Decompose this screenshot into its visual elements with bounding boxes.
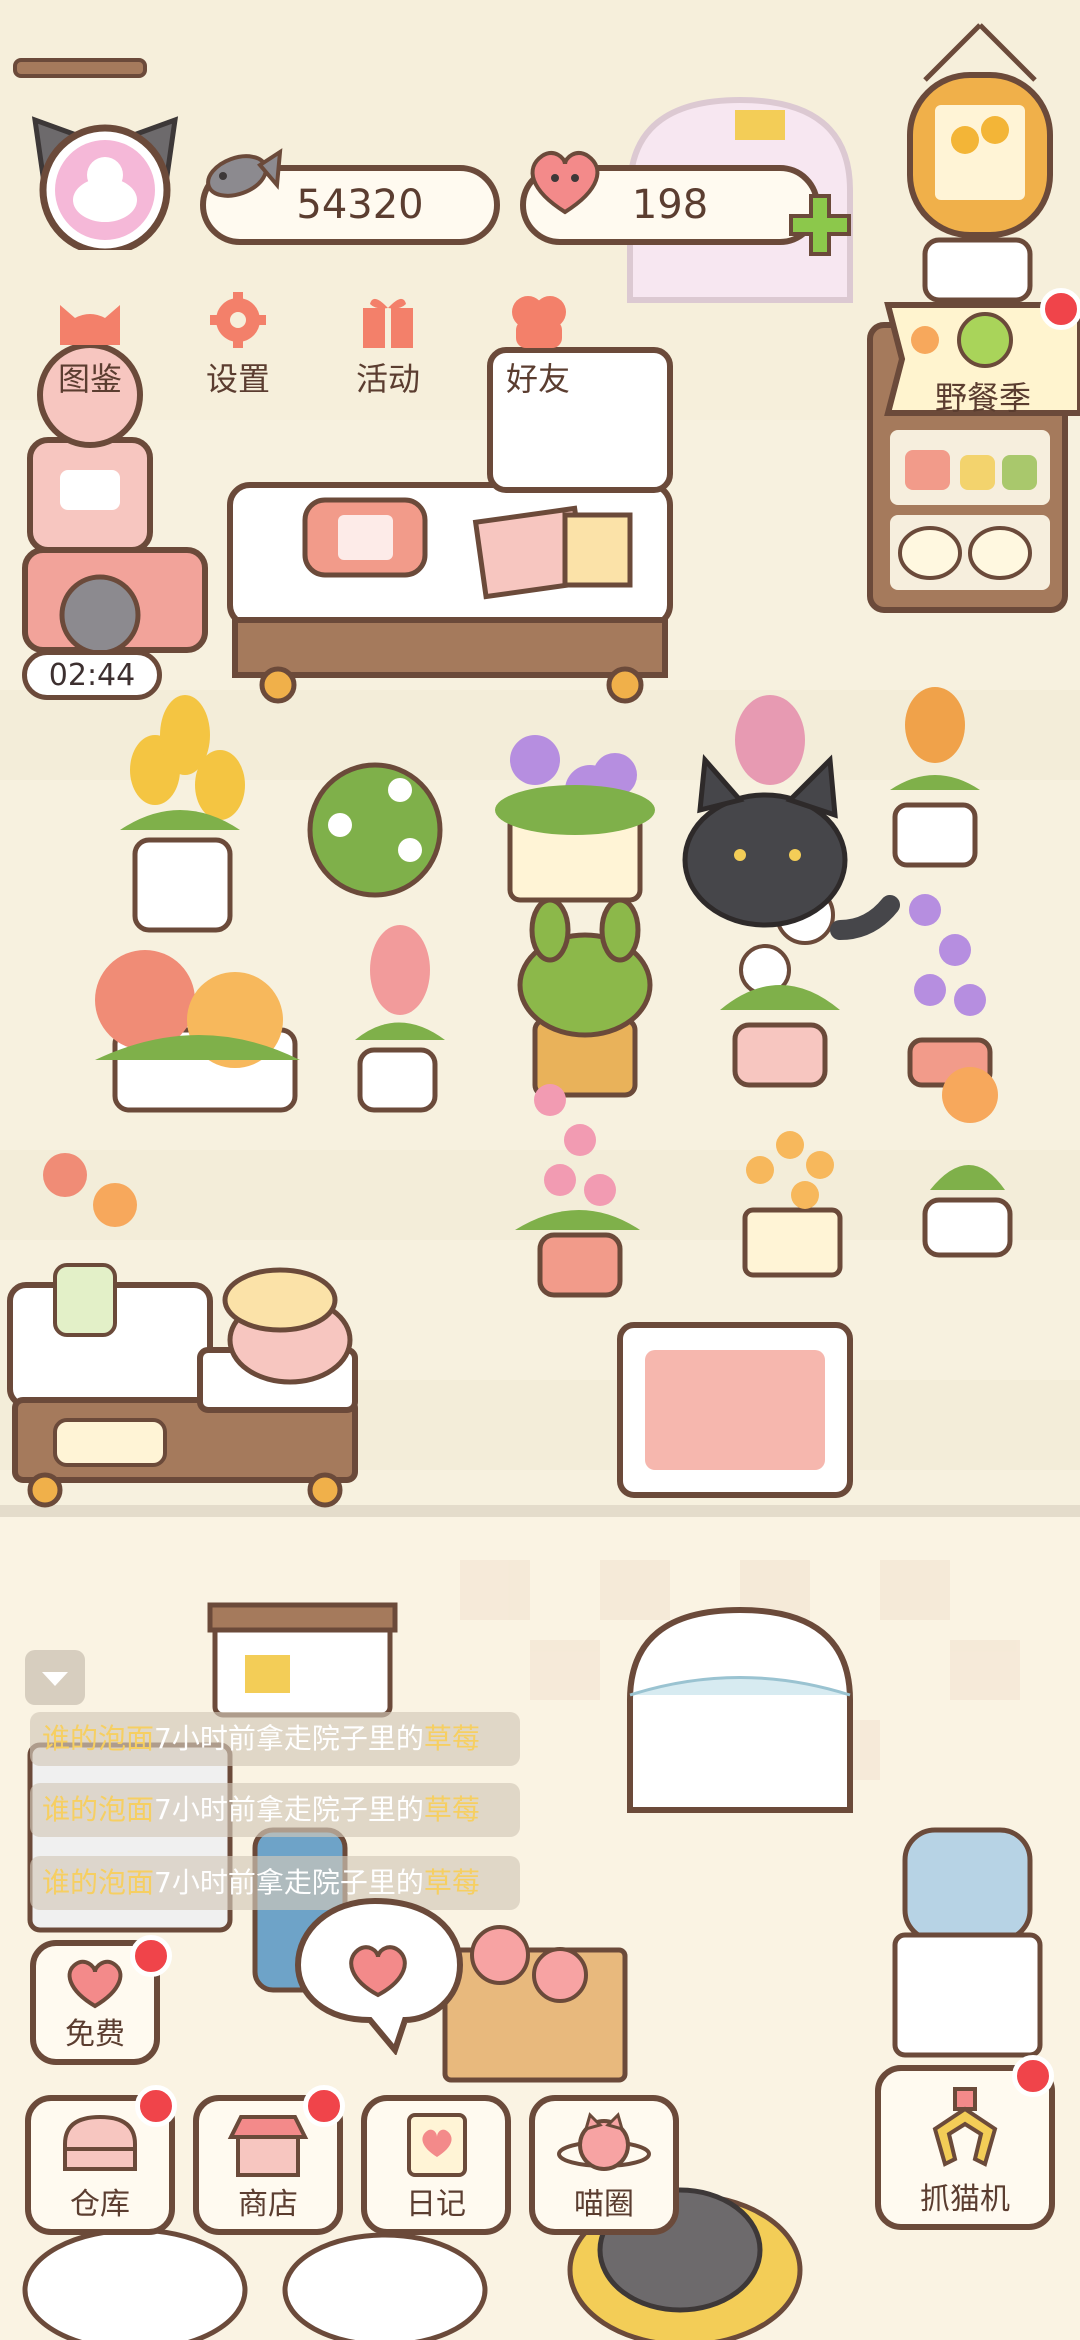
chat-collapse-button[interactable] bbox=[25, 1650, 85, 1705]
friends-icon bbox=[512, 296, 566, 348]
free-label: 免费 bbox=[65, 2017, 125, 2052]
shop-notification-badge bbox=[303, 2085, 345, 2127]
diary-label: 日记 bbox=[406, 2187, 466, 2222]
chat-user: 谁的泡面 bbox=[42, 1793, 155, 1826]
claw-machine-notification-badge bbox=[1012, 2055, 1054, 2097]
cat-circle-button[interactable]: 喵圈 bbox=[529, 2095, 679, 2235]
plus-icon[interactable] bbox=[785, 190, 855, 260]
chat-message: 谁的泡面7小时前拿走院子里的草莓 bbox=[30, 1783, 520, 1837]
storage-label: 仓库 bbox=[70, 2187, 130, 2222]
cat-head-icon bbox=[60, 305, 120, 345]
cat-circle-label: 喵圈 bbox=[574, 2187, 634, 2222]
chevron-down-icon bbox=[42, 1671, 68, 1686]
menu-events-button[interactable]: 活动 bbox=[328, 290, 448, 420]
chat-text: 7小时前拿走院子里的 bbox=[154, 1793, 424, 1826]
heart-speech-bubble[interactable] bbox=[290, 1895, 470, 2055]
menu-events-label: 活动 bbox=[355, 360, 420, 398]
coin-value: 54320 bbox=[296, 182, 424, 228]
event-notification-badge bbox=[1040, 288, 1080, 330]
shop-label: 商店 bbox=[238, 2187, 298, 2222]
storage-icon bbox=[63, 2114, 137, 2171]
menu-friends-label: 好友 bbox=[505, 360, 570, 398]
timer-badge: 02:44 bbox=[22, 650, 162, 700]
claw-machine-label: 抓猫机 bbox=[920, 2182, 1010, 2217]
heart-value: 198 bbox=[631, 182, 709, 228]
player-avatar[interactable] bbox=[20, 80, 190, 256]
game-screen: 54320 198 图鉴 设置 活动 好友 野餐季 02:44 谁的泡面7小时前… bbox=[0, 0, 1080, 2340]
chat-text: 7小时前拿走院子里的 bbox=[154, 1722, 424, 1755]
chat-item: 草莓 bbox=[423, 1793, 480, 1826]
gift-icon bbox=[363, 298, 413, 348]
chat-user: 谁的泡面 bbox=[42, 1866, 155, 1899]
picnic-event-label: 野餐季 bbox=[935, 379, 1032, 417]
diary-button[interactable]: 日记 bbox=[361, 2095, 511, 2235]
menu-catalog-label: 图鉴 bbox=[57, 360, 122, 398]
chat-item: 草莓 bbox=[423, 1722, 480, 1755]
shop-icon bbox=[227, 2115, 309, 2177]
pink-rug bbox=[617, 1322, 853, 1498]
heart-icon bbox=[530, 151, 600, 215]
heart-icon bbox=[67, 1959, 123, 2009]
storage-notification-badge bbox=[135, 2085, 177, 2127]
menu-friends-button[interactable]: 好友 bbox=[478, 290, 598, 420]
cat-planet-icon bbox=[557, 2112, 651, 2171]
diary-icon bbox=[407, 2113, 467, 2177]
menu-catalog-button[interactable]: 图鉴 bbox=[30, 290, 150, 420]
menu-settings-label: 设置 bbox=[205, 360, 270, 398]
claw-icon bbox=[932, 2087, 998, 2167]
timer-value: 02:44 bbox=[48, 657, 136, 693]
menu-settings-button[interactable]: 设置 bbox=[178, 290, 298, 420]
free-notification-badge bbox=[130, 1935, 172, 1977]
chat-message: 谁的泡面7小时前拿走院子里的草莓 bbox=[30, 1712, 520, 1766]
chat-user: 谁的泡面 bbox=[42, 1722, 155, 1755]
gear-icon bbox=[210, 292, 266, 348]
fish-icon bbox=[206, 148, 283, 198]
